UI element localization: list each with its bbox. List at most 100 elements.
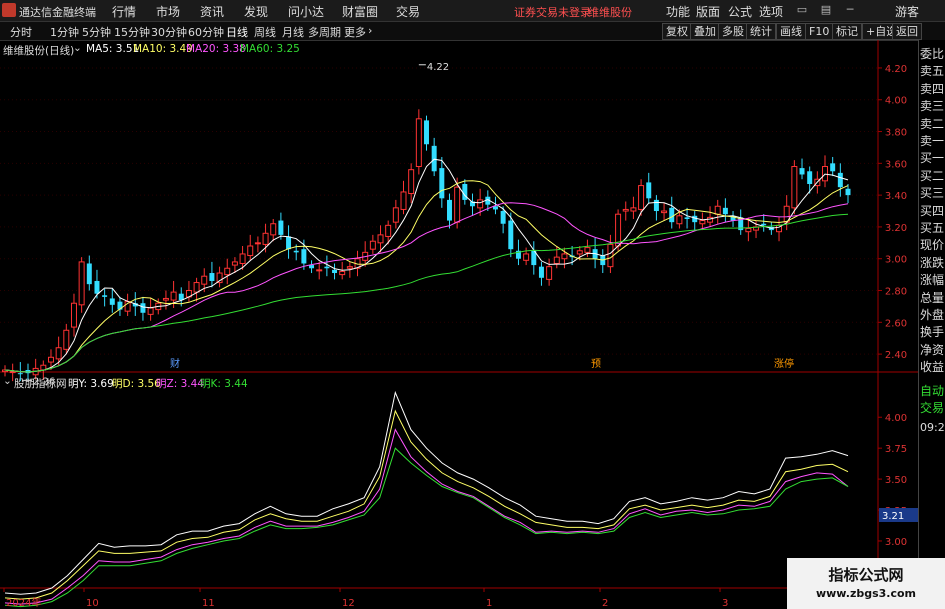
side-item-18[interactable]: 收益 <box>920 359 945 376</box>
candle-up <box>745 228 752 233</box>
candle-up <box>576 250 583 255</box>
menu-discover[interactable]: 发现 <box>244 3 268 20</box>
auto-trade-button-0[interactable]: 自动 <box>920 383 945 400</box>
ind-y-tick-label: 4.00 <box>885 413 907 424</box>
side-item-0[interactable]: 委比 <box>920 46 945 63</box>
candle-up <box>162 297 169 301</box>
side-item-2[interactable]: 卖四 <box>920 81 945 98</box>
candle-up <box>561 253 568 260</box>
side-item-4[interactable]: 卖二 <box>920 116 945 133</box>
back-button[interactable]: 返回 <box>892 23 922 40</box>
candle-up <box>546 266 553 280</box>
ma10-line <box>4 180 849 373</box>
side-item-1[interactable]: 卖五 <box>920 63 945 80</box>
overlay-button[interactable]: 叠加 <box>690 23 720 40</box>
low-price-label: 2.26 <box>33 376 55 387</box>
menu-ask[interactable]: 问小达 <box>288 3 324 20</box>
high-price-label: 4.22 <box>427 62 449 73</box>
marker-finance: 财 <box>170 357 180 370</box>
indicator-line-1 <box>4 409 849 600</box>
user-guest[interactable]: 游客 <box>895 3 919 20</box>
chevron-right-icon[interactable]: › <box>368 24 372 37</box>
side-item-7[interactable]: 买二 <box>920 168 945 185</box>
menu-options[interactable]: 选项 <box>759 3 783 20</box>
period-60min[interactable]: 60分钟 <box>188 24 224 40</box>
candle-up <box>615 213 622 247</box>
y-tick-label: 3.00 <box>885 255 907 266</box>
side-item-6[interactable]: 买一 <box>920 150 945 167</box>
candle-down <box>508 220 514 250</box>
candle-down <box>286 236 292 250</box>
side-item-8[interactable]: 买三 <box>920 185 945 202</box>
side-item-14[interactable]: 总量 <box>920 290 945 307</box>
period-intraday[interactable]: 分时 <box>10 24 32 40</box>
period-30min[interactable]: 30分钟 <box>151 24 187 40</box>
stats-button[interactable]: 统计 <box>746 23 776 40</box>
x-tick-label: 2024年 <box>6 596 41 609</box>
indicator-line-0 <box>4 390 849 595</box>
ind-y-tick-label: 3.00 <box>885 537 907 548</box>
side-item-16[interactable]: 换手 <box>920 324 945 341</box>
period-monthly[interactable]: 月线 <box>282 24 304 40</box>
y-tick-label: 3.60 <box>885 159 907 170</box>
candle-up <box>247 245 254 257</box>
candle-down <box>500 211 506 224</box>
candle-up <box>607 243 614 268</box>
menu-quotes[interactable]: 行情 <box>112 3 136 20</box>
menu-market[interactable]: 市场 <box>156 3 180 20</box>
period-5min[interactable]: 5分钟 <box>82 24 111 40</box>
candle-up <box>231 261 238 266</box>
quote-side-panel: 委比 卖五 卖四 卖三 卖二 卖一 买一 买二 买三 买四 买五 现价 涨跌 涨幅 总量 外盘 换手 净资 收益自动… <box>918 40 945 609</box>
candle-down <box>799 168 805 175</box>
mark-button[interactable]: 标记 <box>832 23 862 40</box>
menu-wealth[interactable]: 财富圈 <box>342 3 378 20</box>
restore-icon[interactable]: ▤ <box>819 3 833 17</box>
side-item-5[interactable]: 卖一 <box>920 133 945 150</box>
side-item-13[interactable]: 涨幅 <box>920 272 945 289</box>
side-item-9[interactable]: 买四 <box>920 203 945 220</box>
side-item-11[interactable]: 现价 <box>920 237 945 254</box>
menu-trade[interactable]: 交易 <box>396 3 420 20</box>
menu-formula[interactable]: 公式 <box>728 3 752 20</box>
menu-news[interactable]: 资讯 <box>200 3 224 20</box>
trade-login-warning[interactable]: 证券交易未登录 <box>514 4 591 20</box>
side-item-12[interactable]: 涨跌 <box>920 255 945 272</box>
candle-up <box>553 256 560 264</box>
period-toolbar: 分时 1分钟 5分钟 15分钟 30分钟 60分钟 日线 周线 月线 多周期 更… <box>0 22 945 41</box>
side-item-3[interactable]: 卖三 <box>920 98 945 115</box>
menu-function[interactable]: 功能 <box>666 3 690 20</box>
current-stock-link[interactable]: 维维股份 <box>588 4 632 20</box>
pin-icon[interactable]: ▭ <box>795 3 809 17</box>
candle-down <box>845 188 851 196</box>
side-item-15[interactable]: 外盘 <box>920 307 945 324</box>
candle-up <box>630 207 637 212</box>
period-multi[interactable]: 多周期 <box>308 24 341 40</box>
current-value-label: 3.21 <box>882 511 904 522</box>
period-daily[interactable]: 日线 <box>226 24 248 40</box>
candle-down <box>692 215 698 223</box>
period-weekly[interactable]: 周线 <box>254 24 276 40</box>
period-15min[interactable]: 15分钟 <box>114 24 150 40</box>
period-1min[interactable]: 1分钟 <box>50 24 79 40</box>
side-item-17[interactable]: 净资 <box>920 342 945 359</box>
multi-stock-button[interactable]: 多股 <box>718 23 748 40</box>
price-chart[interactable]: 4.20 4.00 3.80 3.60 3.40 3.20 3.00 2.80 2.60 2.40… <box>0 40 918 609</box>
ind-y-tick-label: 3.50 <box>885 475 907 486</box>
candle-up <box>791 166 798 209</box>
candle-up <box>584 247 591 253</box>
indicator-line-2 <box>4 428 849 605</box>
candle-down <box>439 168 445 199</box>
adjust-button[interactable]: 复权 <box>662 23 692 40</box>
menu-layout[interactable]: 版面 <box>696 3 720 20</box>
auto-trade-button-1[interactable]: 交易 <box>920 400 945 417</box>
y-tick-label: 4.20 <box>885 64 907 75</box>
candle-down <box>538 266 544 278</box>
candle-up <box>714 205 721 215</box>
candle-down <box>646 182 652 199</box>
draw-line-button[interactable]: 画线 <box>776 23 806 40</box>
period-more[interactable]: 更多 <box>344 24 366 40</box>
side-item-10[interactable]: 买五 <box>920 220 945 237</box>
f10-button[interactable]: F10 <box>805 23 834 40</box>
minimize-icon[interactable]: ─ <box>843 3 857 17</box>
app-title: 通达信金融终端 <box>19 6 96 19</box>
